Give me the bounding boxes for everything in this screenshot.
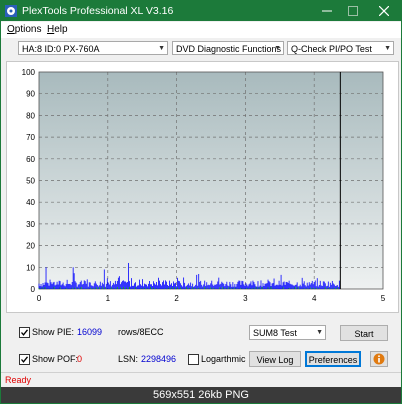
minimize-button[interactable]	[314, 1, 340, 21]
menu-bar: Options Help	[1, 22, 401, 38]
maximize-icon	[348, 6, 358, 16]
minimize-icon	[322, 10, 332, 12]
y-tick-label: 50	[26, 177, 35, 186]
pof-count-value: 0	[77, 354, 83, 364]
start-button[interactable]: Start	[340, 325, 388, 341]
close-icon	[379, 6, 389, 16]
test-select-value: Q-Check PI/PO Test	[291, 44, 372, 54]
menu-help[interactable]: Help	[47, 24, 68, 35]
rows-unit-label: rows/8ECC	[118, 327, 164, 337]
function-select[interactable]: DVD Diagnostic Functions ▼	[172, 41, 284, 55]
y-tick-label: 90	[26, 90, 35, 99]
sum-test-select[interactable]: SUM8 Test ▼	[249, 325, 326, 340]
y-tick-label: 100	[22, 68, 36, 77]
y-tick-label: 40	[26, 198, 35, 207]
test-select[interactable]: Q-Check PI/PO Test ▼	[287, 41, 394, 55]
y-tick-label: 60	[26, 155, 35, 164]
sum-test-value: SUM8 Test	[253, 328, 297, 338]
maximize-button[interactable]	[340, 1, 366, 21]
y-tick-label: 20	[26, 242, 35, 251]
window-title: PlexTools Professional XL V3.16	[22, 5, 174, 17]
drive-select[interactable]: HA:8 ID:0 PX-760A ▼	[18, 41, 168, 55]
function-select-value: DVD Diagnostic Functions	[176, 44, 282, 54]
chart-panel: 100 90 80 70 60 50 40 30 20 10 0 012345	[6, 61, 399, 313]
pie-count-value: 16099	[77, 327, 103, 337]
image-caption: 569x551 26kb PNG	[1, 387, 401, 403]
status-bar: Ready	[1, 372, 401, 387]
y-tick-labels: 1009080706050403020100	[22, 68, 36, 294]
checkmark-icon	[21, 356, 29, 363]
view-log-button[interactable]: View Log	[249, 351, 301, 367]
main-window: PlexTools Professional XL V3.16 Options …	[0, 0, 402, 404]
plot-background	[39, 72, 383, 289]
show-pof-label: Show POF:	[32, 354, 79, 364]
lsn-label: LSN:	[118, 354, 139, 364]
x-tick-label: 0	[37, 294, 42, 303]
x-tick-label: 4	[312, 294, 317, 303]
info-icon	[373, 353, 385, 365]
x-tick-label: 2	[174, 294, 179, 303]
y-tick-label: 10	[26, 263, 35, 272]
show-pie-checkbox[interactable]	[19, 327, 30, 338]
title-bar[interactable]: PlexTools Professional XL V3.16	[1, 1, 401, 21]
close-button[interactable]	[371, 1, 397, 21]
pie-pif-chart: 1009080706050403020100 012345	[22, 68, 386, 303]
menu-options[interactable]: Options	[7, 24, 41, 35]
logarithmic-label: Logarthmic	[201, 354, 246, 364]
app-icon	[5, 5, 17, 17]
chevron-down-icon: ▼	[158, 45, 165, 52]
chevron-down-icon: ▼	[384, 45, 391, 52]
info-button[interactable]	[370, 351, 388, 367]
x-tick-labels: 0 1 2 3 4 5	[37, 294, 386, 303]
y-tick-label: 70	[26, 133, 35, 142]
chevron-down-icon: ▼	[316, 329, 323, 336]
y-tick-label: 80	[26, 111, 35, 120]
y-tick-label: 0	[31, 285, 36, 294]
x-tick-label: 1	[106, 294, 111, 303]
x-tick-label: 5	[381, 294, 386, 303]
x-tick-label: 3	[243, 294, 248, 303]
preferences-button[interactable]: Preferences	[305, 351, 361, 367]
logarithmic-checkbox[interactable]	[188, 354, 199, 365]
checkmark-icon	[21, 329, 29, 336]
lsn-value: 2298496	[141, 354, 177, 364]
status-text: Ready	[5, 375, 32, 385]
drive-select-value: HA:8 ID:0 PX-760A	[22, 44, 100, 54]
y-tick-label: 30	[26, 220, 35, 229]
show-pie-label: Show PIE:	[32, 327, 75, 337]
show-pof-checkbox[interactable]	[19, 354, 30, 365]
chevron-down-icon: ▼	[274, 45, 281, 52]
